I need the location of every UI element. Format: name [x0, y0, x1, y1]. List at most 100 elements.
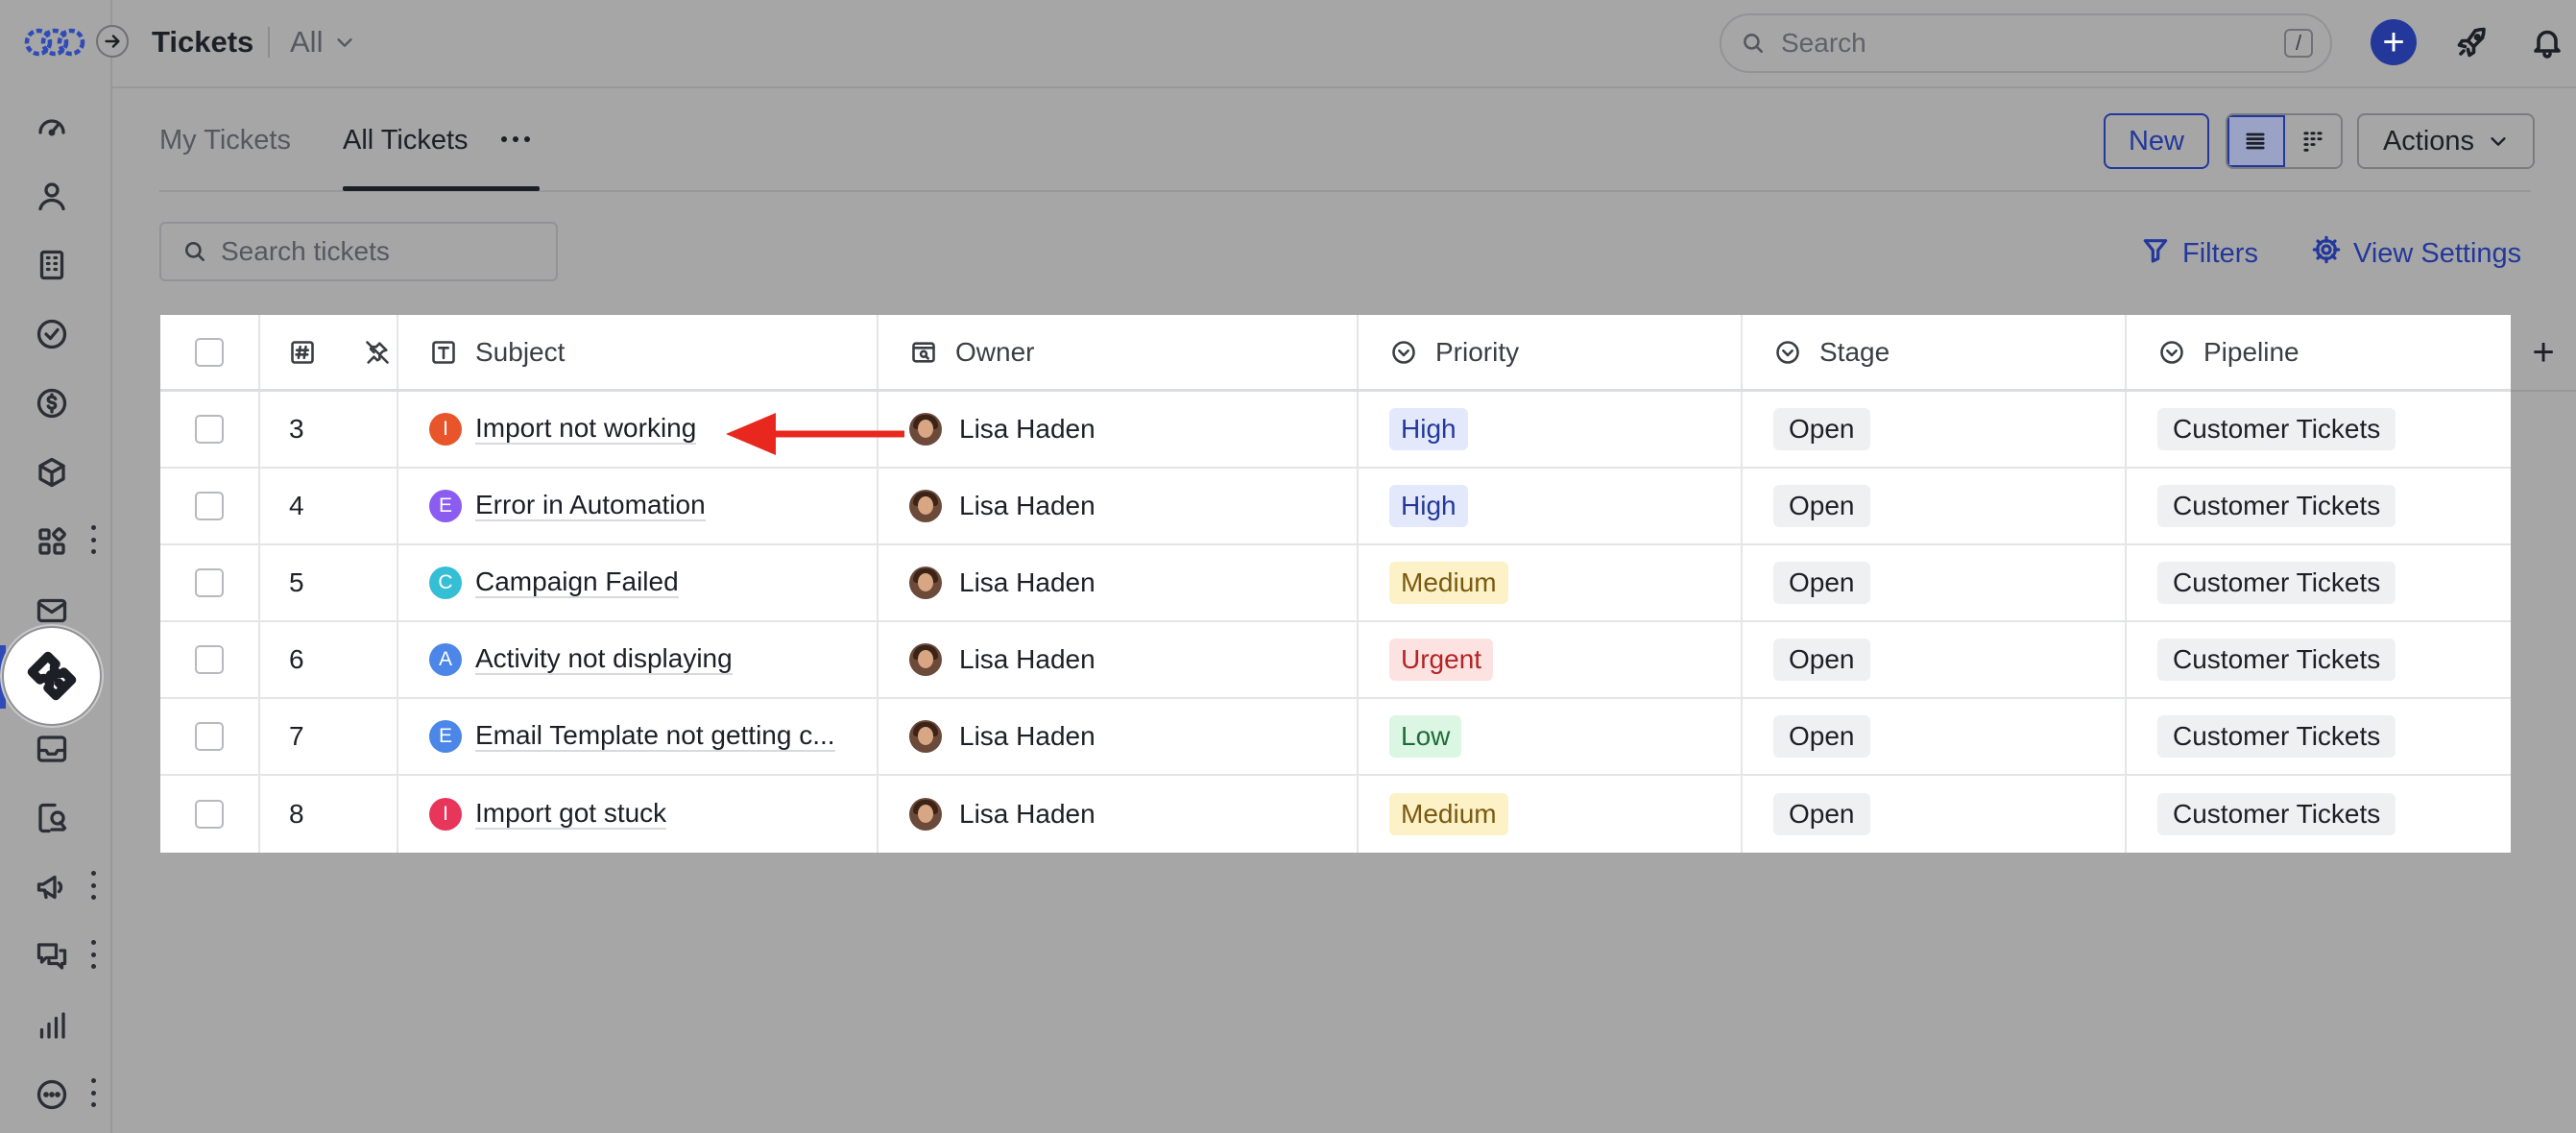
companies-icon[interactable]: [31, 244, 73, 286]
campaigns-menu-kebab[interactable]: [86, 871, 100, 900]
owner-name[interactable]: Lisa Haden: [959, 414, 1095, 445]
list-view-button[interactable]: [2227, 115, 2285, 167]
owner-name[interactable]: Lisa Haden: [959, 644, 1095, 675]
pipeline-cell[interactable]: Customer Tickets: [2127, 622, 2511, 697]
stage-badge: Open: [1773, 715, 1870, 758]
subject-link[interactable]: Email Template not getting c...: [475, 721, 835, 753]
stage-cell[interactable]: Open: [1743, 622, 2127, 697]
table-row[interactable]: 6 A Activity not displaying Lisa Haden U…: [160, 622, 2511, 699]
priority-cell[interactable]: Low: [1359, 699, 1743, 774]
annotation-arrow: [726, 413, 904, 455]
pipeline-cell[interactable]: Customer Tickets: [2127, 392, 2511, 467]
owner-name[interactable]: Lisa Haden: [959, 799, 1095, 830]
rocket-icon[interactable]: [2451, 21, 2493, 63]
owner-name[interactable]: Lisa Haden: [959, 491, 1095, 521]
apps-icon[interactable]: [31, 520, 73, 563]
ticket-search-input[interactable]: Search tickets: [159, 222, 558, 281]
global-search-placeholder: Search: [1781, 28, 1866, 58]
ticket-id: 6: [260, 622, 398, 697]
contacts-icon[interactable]: [31, 175, 73, 217]
campaigns-icon[interactable]: [31, 866, 73, 908]
pipeline-cell[interactable]: Customer Tickets: [2127, 545, 2511, 620]
add-column-button[interactable]: +: [2511, 315, 2576, 392]
create-button[interactable]: +: [2371, 19, 2417, 65]
stage-cell[interactable]: Open: [1743, 545, 2127, 620]
subject-link[interactable]: Import not working: [475, 414, 697, 446]
more-icon[interactable]: [31, 1073, 73, 1116]
tickets-table: # Subject Owner Priority Stage Pipeline …: [160, 315, 2511, 853]
stage-cell[interactable]: Open: [1743, 469, 2127, 543]
actions-dropdown-button[interactable]: Actions: [2357, 113, 2535, 169]
subject-initial-badge: I: [429, 798, 462, 831]
column-header-stage[interactable]: Stage: [1743, 315, 2127, 389]
row-checkbox[interactable]: [195, 492, 224, 520]
unpin-icon[interactable]: [364, 338, 391, 367]
priority-cell[interactable]: High: [1359, 392, 1743, 467]
column-header-subject[interactable]: Subject: [398, 315, 879, 389]
table-row[interactable]: 5 C Campaign Failed Lisa Haden Medium Op…: [160, 545, 2511, 622]
table-row[interactable]: 4 E Error in Automation Lisa Haden High …: [160, 469, 2511, 545]
inbox-icon[interactable]: [31, 728, 73, 770]
owner-cell: Lisa Haden: [879, 469, 1359, 543]
products-icon[interactable]: [31, 451, 73, 494]
subject-link[interactable]: Error in Automation: [475, 491, 706, 522]
filters-button[interactable]: Filters: [2140, 234, 2258, 273]
pipeline-cell[interactable]: Customer Tickets: [2127, 699, 2511, 774]
pipeline-cell[interactable]: Customer Tickets: [2127, 469, 2511, 543]
tasks-icon[interactable]: [31, 313, 73, 355]
global-search-input[interactable]: Search /: [1720, 13, 2332, 73]
column-header-pipeline[interactable]: Pipeline: [2127, 315, 2511, 389]
priority-cell[interactable]: High: [1359, 469, 1743, 543]
view-selector[interactable]: All: [290, 25, 355, 60]
new-ticket-button[interactable]: New: [2104, 113, 2209, 169]
tabs-more-icon[interactable]: [501, 136, 530, 142]
ticket-id-text: 5: [289, 567, 304, 597]
subject-link[interactable]: Import got stuck: [475, 799, 667, 831]
owner-avatar: [909, 566, 942, 599]
apps-menu-kebab[interactable]: [86, 525, 100, 554]
priority-cell[interactable]: Urgent: [1359, 622, 1743, 697]
board-view-button[interactable]: [2285, 115, 2341, 167]
select-all-checkbox[interactable]: [195, 337, 224, 367]
pipeline-badge: Customer Tickets: [2157, 639, 2396, 681]
stage-badge: Open: [1773, 408, 1870, 450]
tab-all-tickets[interactable]: All Tickets: [343, 125, 469, 157]
column-owner-label: Owner: [955, 336, 1035, 367]
pipeline-cell[interactable]: Customer Tickets: [2127, 776, 2511, 853]
owner-name[interactable]: Lisa Haden: [959, 721, 1095, 752]
row-checkbox[interactable]: [195, 415, 224, 444]
column-header-priority[interactable]: Priority: [1359, 315, 1743, 389]
chat-icon[interactable]: [31, 935, 73, 977]
logo-icon[interactable]: [23, 23, 86, 61]
view-settings-button[interactable]: View Settings: [2311, 234, 2521, 273]
stage-cell[interactable]: Open: [1743, 776, 2127, 853]
chat-menu-kebab[interactable]: [86, 940, 100, 969]
tickets-icon[interactable]: [2, 626, 102, 726]
priority-cell[interactable]: Medium: [1359, 776, 1743, 853]
subject-link[interactable]: Activity not displaying: [475, 644, 733, 676]
table-row[interactable]: 3 I Import not working Lisa Haden High O…: [160, 392, 2511, 469]
table-row[interactable]: 7 E Email Template not getting c... Lisa…: [160, 699, 2511, 776]
owner-name[interactable]: Lisa Haden: [959, 567, 1095, 598]
table-row[interactable]: 8 I Import got stuck Lisa Haden Medium O…: [160, 776, 2511, 853]
more-menu-kebab[interactable]: [86, 1078, 100, 1107]
column-header-number[interactable]: #: [260, 315, 398, 389]
reports-icon[interactable]: [31, 797, 73, 839]
deals-icon[interactable]: [31, 382, 73, 424]
priority-cell[interactable]: Medium: [1359, 545, 1743, 620]
row-checkbox[interactable]: [195, 722, 224, 751]
stage-cell[interactable]: Open: [1743, 699, 2127, 774]
stage-cell[interactable]: Open: [1743, 392, 2127, 467]
view-tabs: My Tickets All Tickets New Actions: [159, 88, 2535, 192]
analytics-icon[interactable]: [31, 1004, 73, 1047]
row-checkbox[interactable]: [195, 645, 224, 674]
subject-link[interactable]: Campaign Failed: [475, 567, 679, 599]
tab-my-tickets[interactable]: My Tickets: [159, 125, 291, 157]
dashboard-icon[interactable]: [31, 106, 73, 148]
stage-badge: Open: [1773, 793, 1870, 835]
row-checkbox[interactable]: [195, 800, 224, 829]
kanban-icon: [2303, 132, 2323, 152]
column-header-owner[interactable]: Owner: [879, 315, 1359, 389]
notifications-bell-icon[interactable]: [2526, 21, 2568, 63]
row-checkbox[interactable]: [195, 568, 224, 597]
